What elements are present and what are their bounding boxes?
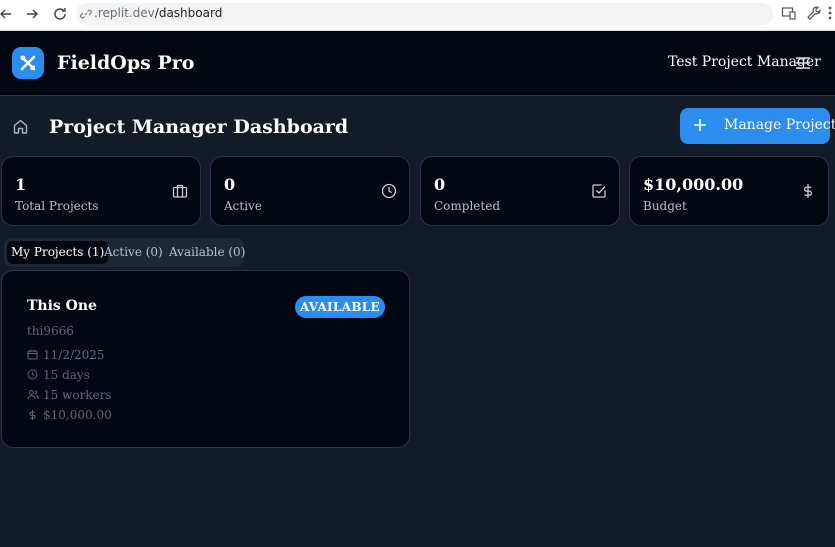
manage-projects-button[interactable]: Manage Projects [680,108,835,144]
stat-card-total-projects: 1 Total Projects [1,156,201,226]
url-host: .replit.dev [94,6,155,20]
project-code: thi9666 [27,324,74,338]
stat-card-active: 0 Active [210,156,410,226]
url-path: /dashboard [154,6,223,20]
brand-name: FieldOps Pro [57,52,195,74]
project-date: 11/2/2025 [43,348,105,362]
project-workers: 15 workers [43,388,112,402]
dollar-icon [29,410,36,420]
clock-icon [27,369,38,380]
tab-available[interactable]: Available (0) [165,241,249,264]
clock-icon [381,183,397,199]
browser-toolbar: .replit.dev/dashboard [0,0,835,31]
project-card[interactable]: This One AVAILABLE thi9666 11/2/2025 15 … [1,270,410,448]
more-icon[interactable] [826,5,834,21]
arrow-right-icon [27,9,38,19]
reload-button[interactable] [50,4,70,24]
project-title: This One [27,298,97,314]
plus-icon [694,119,706,131]
menu-icon[interactable] [795,56,811,70]
address-bar[interactable]: .replit.dev/dashboard [76,3,773,25]
stat-card-completed: 0 Completed [420,156,620,226]
home-icon[interactable] [12,118,29,135]
tab-active[interactable]: Active (0) [100,241,167,264]
stat-label: Completed [434,199,501,213]
url-text: .replit.dev/dashboard [94,6,222,20]
stat-label: Total Projects [15,199,99,213]
briefcase-icon [172,184,188,198]
status-badge: AVAILABLE [295,296,385,318]
tools-icon [20,55,36,71]
reload-icon [54,8,66,20]
stat-card-budget: $10,000.00 Budget [629,156,829,226]
stat-value: 0 [224,175,236,194]
forward-button[interactable] [22,4,42,24]
stat-value: 0 [434,175,446,194]
wrench-icon[interactable] [806,5,822,21]
manage-projects-label: Manage Projects [724,117,835,133]
cast-icon[interactable] [781,5,797,21]
back-button[interactable] [0,4,16,24]
users-icon [27,390,39,400]
project-duration: 15 days [43,368,90,382]
project-tabs: My Projects (1) Active (0) Available (0) [4,238,245,267]
tab-my-projects[interactable]: My Projects (1) [7,241,109,264]
calendar-icon [27,350,38,360]
link-icon [80,9,92,19]
stat-label: Active [224,199,262,213]
dollar-icon [803,184,813,198]
check-square-icon [592,184,606,198]
app-header: FieldOps Pro Test Project Manager [0,31,835,96]
stat-label: Budget [643,199,687,213]
logo [12,47,44,79]
arrow-left-icon [0,9,11,19]
project-budget: $10,000.00 [43,408,112,422]
stat-value: $10,000.00 [643,175,744,194]
stat-value: 1 [15,175,27,194]
page-title: Project Manager Dashboard [49,116,349,138]
